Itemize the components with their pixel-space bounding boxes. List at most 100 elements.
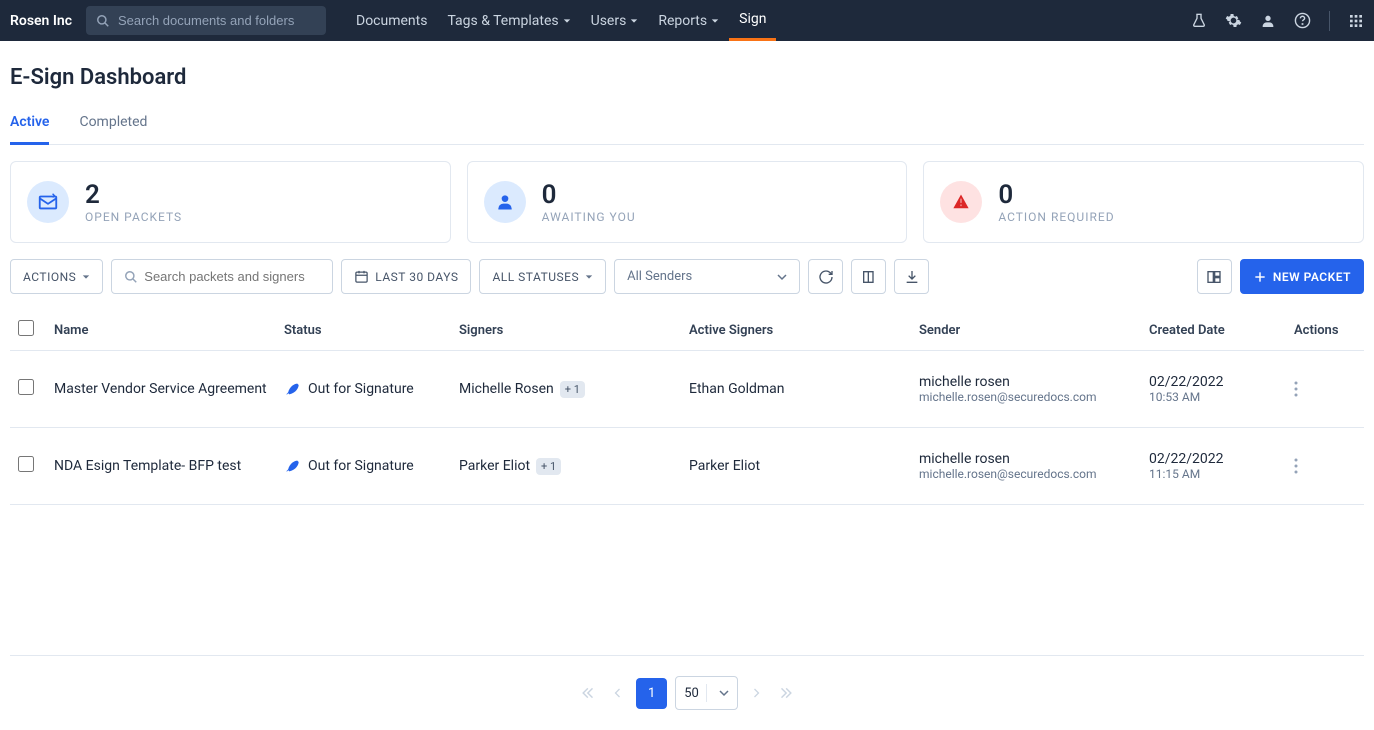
topbar-right bbox=[1191, 11, 1364, 31]
chevron-down-icon bbox=[719, 688, 729, 698]
nav-users[interactable]: Users bbox=[581, 0, 649, 41]
page-size-select[interactable]: 50 bbox=[675, 676, 738, 710]
sender-cell: michelle rosenmichelle.rosen@securedocs.… bbox=[911, 351, 1141, 428]
col-sender: Sender bbox=[911, 310, 1141, 351]
brand-name: Rosen Inc bbox=[10, 13, 86, 29]
dots-vertical-icon bbox=[1294, 381, 1298, 397]
envelope-icon bbox=[27, 181, 69, 223]
page-title: E-Sign Dashboard bbox=[10, 65, 1364, 90]
sender-filter[interactable]: All Senders bbox=[614, 259, 800, 294]
download-icon bbox=[904, 269, 920, 285]
summary-cards: 2 OPEN PACKETS 0 AWAITING YOU 0 ACTION R… bbox=[10, 161, 1364, 243]
sender-cell: michelle rosenmichelle.rosen@securedocs.… bbox=[911, 428, 1141, 505]
status-cell: Out for Signature bbox=[284, 381, 443, 397]
active-signers-cell: Ethan Goldman bbox=[681, 351, 911, 428]
date-cell: 02/22/202210:53 AM bbox=[1141, 351, 1286, 428]
signers-cell: Michelle Rosen+ 1 bbox=[451, 351, 681, 428]
select-all-checkbox[interactable] bbox=[18, 320, 34, 336]
address-book-button[interactable] bbox=[851, 259, 886, 294]
status-filter[interactable]: ALL STATUSES bbox=[479, 259, 606, 294]
nav-documents[interactable]: Documents bbox=[346, 0, 437, 41]
global-search-input[interactable] bbox=[118, 13, 316, 28]
chevron-down-icon bbox=[82, 273, 90, 281]
more-badge: + 1 bbox=[560, 381, 585, 398]
next-page-button[interactable] bbox=[746, 683, 766, 703]
date-filter[interactable]: LAST 30 DAYS bbox=[341, 259, 471, 294]
row-checkbox[interactable] bbox=[18, 456, 34, 472]
filter-toolbar: ACTIONS LAST 30 DAYS ALL STATUSES All Se… bbox=[10, 259, 1364, 294]
tab-active[interactable]: Active bbox=[10, 106, 49, 145]
col-name: Name bbox=[46, 310, 276, 351]
calendar-icon bbox=[354, 269, 369, 284]
top-navbar: Rosen Inc Documents Tags & Templates Use… bbox=[0, 0, 1374, 41]
table-row[interactable]: NDA Esign Template- BFP test Out for Sig… bbox=[10, 428, 1364, 505]
search-icon bbox=[124, 270, 138, 284]
action-label: ACTION REQUIRED bbox=[998, 210, 1114, 224]
gear-icon[interactable] bbox=[1225, 12, 1242, 29]
row-checkbox[interactable] bbox=[18, 379, 34, 395]
refresh-button[interactable] bbox=[808, 259, 843, 294]
last-page-button[interactable] bbox=[774, 682, 796, 704]
chevron-down-icon bbox=[563, 17, 571, 25]
col-actions: Actions bbox=[1286, 310, 1364, 351]
date-cell: 02/22/202211:15 AM bbox=[1141, 428, 1286, 505]
help-icon[interactable] bbox=[1294, 12, 1311, 29]
new-packet-button[interactable]: NEW PACKET bbox=[1240, 259, 1364, 294]
refresh-icon bbox=[818, 269, 834, 285]
user-icon[interactable] bbox=[1260, 13, 1276, 29]
card-awaiting-you[interactable]: 0 AWAITING YOU bbox=[467, 161, 908, 243]
book-icon bbox=[861, 269, 877, 285]
alert-icon bbox=[940, 181, 982, 223]
packet-name: NDA Esign Template- BFP test bbox=[46, 428, 276, 505]
packet-search-input[interactable] bbox=[144, 269, 320, 284]
row-menu-button[interactable] bbox=[1294, 361, 1356, 417]
actions-dropdown[interactable]: ACTIONS bbox=[10, 259, 103, 294]
nav-sign[interactable]: Sign bbox=[729, 0, 776, 41]
tab-completed[interactable]: Completed bbox=[79, 106, 147, 144]
col-signers: Signers bbox=[451, 310, 681, 351]
awaiting-label: AWAITING YOU bbox=[542, 210, 636, 224]
chevron-down-icon bbox=[585, 273, 593, 281]
apps-icon[interactable] bbox=[1348, 13, 1364, 29]
table-row[interactable]: Master Vendor Service Agreement Out for … bbox=[10, 351, 1364, 428]
main-nav: Documents Tags & Templates Users Reports… bbox=[346, 0, 776, 41]
chevron-down-icon bbox=[711, 17, 719, 25]
packets-table: Name Status Signers Active Signers Sende… bbox=[10, 310, 1364, 505]
col-status: Status bbox=[276, 310, 451, 351]
card-open-packets[interactable]: 2 OPEN PACKETS bbox=[10, 161, 451, 243]
open-label: OPEN PACKETS bbox=[85, 210, 182, 224]
feather-icon bbox=[284, 381, 300, 397]
action-count: 0 bbox=[998, 180, 1114, 210]
global-search[interactable] bbox=[86, 6, 326, 35]
search-icon bbox=[96, 14, 110, 28]
first-page-button[interactable] bbox=[578, 682, 600, 704]
more-badge: + 1 bbox=[536, 458, 561, 475]
person-icon bbox=[484, 181, 526, 223]
row-menu-button[interactable] bbox=[1294, 438, 1356, 494]
plus-icon bbox=[1253, 270, 1267, 284]
packet-search[interactable] bbox=[111, 259, 333, 294]
nav-tags[interactable]: Tags & Templates bbox=[437, 0, 580, 41]
col-active-signers: Active Signers bbox=[681, 310, 911, 351]
feather-icon bbox=[284, 458, 300, 474]
layout-button[interactable] bbox=[1197, 259, 1232, 294]
card-action-required[interactable]: 0 ACTION REQUIRED bbox=[923, 161, 1364, 243]
chevron-down-icon bbox=[630, 17, 638, 25]
layout-icon bbox=[1206, 269, 1222, 285]
signers-cell: Parker Eliot+ 1 bbox=[451, 428, 681, 505]
download-button[interactable] bbox=[894, 259, 929, 294]
divider bbox=[1329, 11, 1330, 31]
current-page[interactable]: 1 bbox=[636, 678, 667, 709]
awaiting-count: 0 bbox=[542, 180, 636, 210]
dots-vertical-icon bbox=[1294, 458, 1298, 474]
status-cell: Out for Signature bbox=[284, 458, 443, 474]
nav-reports[interactable]: Reports bbox=[648, 0, 729, 41]
prev-page-button[interactable] bbox=[608, 683, 628, 703]
packet-name: Master Vendor Service Agreement bbox=[46, 351, 276, 428]
dashboard-tabs: Active Completed bbox=[10, 106, 1364, 145]
active-signers-cell: Parker Eliot bbox=[681, 428, 911, 505]
open-count: 2 bbox=[85, 180, 182, 210]
labs-icon[interactable] bbox=[1191, 13, 1207, 29]
pagination: 1 50 bbox=[10, 655, 1364, 730]
col-created: Created Date bbox=[1141, 310, 1286, 351]
